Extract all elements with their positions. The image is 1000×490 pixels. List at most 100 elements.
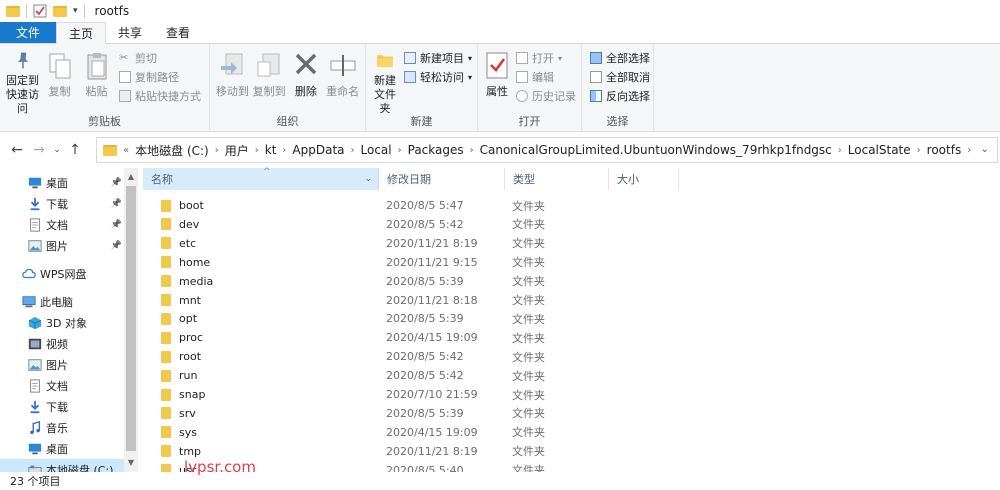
tab-share[interactable]: 共享: [106, 22, 154, 43]
breadcrumb-chevron-icon[interactable]: ›: [470, 145, 474, 156]
sidebar-item[interactable]: 图片: [0, 354, 124, 375]
sidebar-item-label: 音乐: [46, 421, 68, 435]
sidebar-item-label: 桌面: [46, 176, 68, 190]
properties-button[interactable]: 属性: [482, 48, 512, 116]
sidebar-item[interactable]: 文档 📌: [0, 214, 124, 235]
file-row[interactable]: mnt 2020/11/21 8:18 文件夹: [143, 291, 683, 310]
checkbox-properties-icon[interactable]: [33, 4, 47, 18]
copy-path-button[interactable]: 复制路径: [119, 69, 201, 85]
file-row[interactable]: proc 2020/4/15 19:09 文件夹: [143, 328, 683, 347]
invert-selection-label: 反向选择: [606, 90, 650, 103]
copy-to-button[interactable]: 复制到: [251, 48, 288, 116]
rename-button[interactable]: 重命名: [324, 48, 361, 116]
paste-button[interactable]: 粘贴: [78, 48, 115, 116]
address-dropdown-icon[interactable]: ⌄: [981, 144, 989, 155]
file-row[interactable]: dev 2020/8/5 5:42 文件夹: [143, 215, 683, 234]
breadcrumb-chevron-icon[interactable]: ›: [838, 145, 842, 156]
file-row[interactable]: root 2020/8/5 5:42 文件夹: [143, 347, 683, 366]
breadcrumb-chevron-icon[interactable]: ›: [215, 145, 219, 156]
file-row[interactable]: media 2020/8/5 5:39 文件夹: [143, 272, 683, 291]
new-folder-button[interactable]: 新建 文件夹: [370, 48, 400, 116]
new-folder-quick-icon[interactable]: [53, 5, 67, 17]
breadcrumb-chevron-icon[interactable]: ›: [282, 145, 286, 156]
sidebar-item[interactable]: 音乐: [0, 417, 124, 438]
edit-button[interactable]: 编辑: [516, 69, 576, 85]
overflow-chevron-icon[interactable]: «: [123, 145, 129, 156]
sidebar-item[interactable]: 桌面 📌: [0, 172, 124, 193]
select-none-icon: [590, 71, 602, 83]
scroll-up-icon[interactable]: ▲: [124, 170, 138, 184]
file-name: dev: [179, 217, 200, 231]
paste-shortcut-button[interactable]: 粘贴快捷方式: [119, 88, 201, 104]
breadcrumb-item[interactable]: AppData: [292, 143, 344, 157]
scroll-down-icon[interactable]: ▼: [124, 456, 138, 470]
history-button[interactable]: 历史记录: [516, 88, 576, 104]
select-none-button[interactable]: 全部取消: [590, 69, 650, 85]
file-row[interactable]: home 2020/11/21 9:15 文件夹: [143, 253, 683, 272]
scrollbar-thumb[interactable]: [126, 186, 136, 451]
sidebar-item[interactable]: WPS网盘: [0, 263, 124, 284]
breadcrumb-chevron-icon[interactable]: ›: [917, 145, 921, 156]
cut-button[interactable]: ✂ 剪切: [119, 50, 201, 66]
column-header-size[interactable]: 大小: [609, 168, 679, 190]
item-count: 23 个项目: [10, 475, 61, 488]
up-arrow-icon[interactable]: ↑: [64, 142, 86, 158]
file-row[interactable]: opt 2020/8/5 5:39 文件夹: [143, 309, 683, 328]
sidebar-item[interactable]: 视频: [0, 333, 124, 354]
sidebar-item[interactable]: 桌面: [0, 438, 124, 459]
pin-icon: 📌: [110, 198, 122, 209]
tab-view[interactable]: 查看: [154, 22, 202, 43]
address-bar[interactable]: « 本地磁盘 (C:) › 用户 › kt › AppData › Local › Packages…: [96, 137, 998, 163]
breadcrumb-item[interactable]: kt: [265, 143, 277, 157]
breadcrumb-item[interactable]: CanonicalGroupLimited.UbuntuonWindows_79…: [480, 143, 832, 157]
pin-icon: [17, 52, 28, 69]
quick-access-dropdown-icon[interactable]: ▾: [73, 6, 78, 16]
move-to-button[interactable]: 移动到: [214, 48, 251, 116]
easy-access-button[interactable]: 轻松访问 ▾: [404, 69, 472, 85]
back-arrow-icon[interactable]: ←: [6, 142, 28, 158]
breadcrumb-item[interactable]: rootfs: [927, 143, 962, 157]
breadcrumb-item[interactable]: Local: [361, 143, 392, 157]
dropdown-icon: ▾: [558, 53, 563, 63]
file-row[interactable]: etc 2020/11/21 8:19 文件夹: [143, 234, 683, 253]
file-row[interactable]: run 2020/8/5 5:42 文件夹: [143, 366, 683, 385]
breadcrumb-chevron-icon[interactable]: ›: [398, 145, 402, 156]
column-header-modified[interactable]: 修改日期: [379, 168, 505, 190]
breadcrumb-item[interactable]: 用户: [225, 142, 249, 159]
pin-quick-access-button[interactable]: 固定到 快速访问: [4, 48, 41, 116]
column-dropdown-icon[interactable]: ⌄: [364, 174, 372, 184]
move-to-icon: [221, 53, 243, 75]
file-row[interactable]: sys 2020/4/15 19:09 文件夹: [143, 423, 683, 442]
sidebar-item[interactable]: 文档: [0, 375, 124, 396]
breadcrumb-item[interactable]: Packages: [408, 143, 464, 157]
new-item-button[interactable]: 新建项目 ▾: [404, 50, 472, 66]
file-row[interactable]: snap 2020/7/10 21:59 文件夹: [143, 385, 683, 404]
sidebar-item[interactable]: 下载: [0, 396, 124, 417]
tab-home[interactable]: 主页: [56, 22, 107, 44]
sidebar-item[interactable]: 下载 📌: [0, 193, 124, 214]
select-all-button[interactable]: 全部选择: [590, 50, 650, 66]
forward-arrow-icon[interactable]: →: [28, 142, 50, 158]
sidebar-item[interactable]: 本地磁盘 (C:): [0, 459, 124, 472]
file-modified: 2020/8/5 5:40: [386, 463, 464, 472]
copy-button[interactable]: 复制: [41, 48, 78, 116]
recent-dropdown-icon[interactable]: ⌄: [50, 145, 64, 155]
delete-button[interactable]: 删除: [288, 48, 325, 116]
file-row[interactable]: boot 2020/8/5 5:47 文件夹: [143, 196, 683, 215]
file-modified: 2020/8/5 5:42: [386, 350, 464, 364]
sidebar-scrollbar[interactable]: ▲ ▼: [124, 168, 138, 472]
column-header-type[interactable]: 类型: [505, 168, 609, 190]
sidebar-item[interactable]: 此电脑: [0, 291, 124, 312]
invert-selection-button[interactable]: 反向选择: [590, 88, 650, 104]
breadcrumb-chevron-icon[interactable]: ›: [351, 145, 355, 156]
file-row[interactable]: srv 2020/8/5 5:39 文件夹: [143, 404, 683, 423]
open-button[interactable]: 打开 ▾: [516, 50, 576, 66]
tab-file[interactable]: 文件: [0, 22, 57, 43]
breadcrumb-item[interactable]: LocalState: [848, 143, 911, 157]
column-header-name[interactable]: ^ 名称 ⌄: [143, 167, 379, 190]
breadcrumb-chevron-icon[interactable]: ›: [967, 145, 971, 156]
breadcrumb-item[interactable]: 本地磁盘 (C:): [135, 142, 209, 159]
breadcrumb-chevron-icon[interactable]: ›: [255, 145, 259, 156]
sidebar-item[interactable]: 图片 📌: [0, 235, 124, 256]
sidebar-item[interactable]: 3D 对象: [0, 312, 124, 333]
